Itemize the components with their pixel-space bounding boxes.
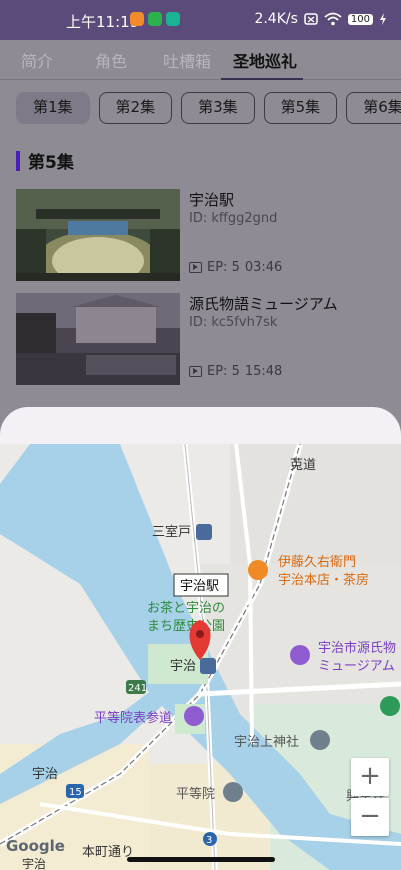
status-right: 2.4K/s 100 [254, 11, 387, 27]
tab-characters[interactable]: 角色 [95, 48, 127, 72]
map-label-route241: 241 [128, 683, 147, 694]
spot-card[interactable]: 源氏物語ミュージアム ID: kc5fvh7sk EP: 5 15:48 [16, 293, 386, 385]
spot-title: 源氏物語ミュージアム [189, 295, 338, 313]
episode-chip-2[interactable]: 第2集 [98, 92, 173, 124]
spot-timestamp: 15:48 [244, 364, 283, 379]
zoom-out-button[interactable]: − [351, 798, 389, 836]
section-accent-bar [16, 150, 20, 171]
tab-indicator [221, 78, 303, 80]
home-indicator[interactable] [127, 857, 275, 862]
spot-episode: EP: 5 [207, 364, 240, 379]
spot-title: 宇治駅 [189, 191, 235, 209]
map-label-byodoin: 平等院 [176, 786, 215, 802]
spot-thumbnail [16, 293, 180, 385]
museum-icon[interactable] [290, 645, 310, 665]
map-label-route3: 3 [206, 835, 212, 846]
app-notification-icon [166, 12, 180, 26]
location-pin-dot [196, 630, 204, 638]
battery-icon: 100 [347, 13, 373, 25]
map-label-uji-jr: 宇治 [32, 767, 58, 782]
app-notification-icon [130, 12, 144, 26]
network-speed: 2.4K/s [254, 11, 298, 27]
map-label-mimuroto: 三室戸 [152, 524, 191, 540]
shrine-icon[interactable] [310, 730, 330, 750]
spot-meta: EP: 5 15:48 [189, 364, 282, 379]
map-label-ujigami: 宇治上神社 [234, 734, 299, 750]
map-label-ito2: 宇治本店・茶房 [278, 572, 369, 588]
map-label-route15: 15 [69, 787, 82, 798]
spot-id: ID: kffgg2gnd [189, 211, 278, 226]
map-view[interactable]: 莵道 三室戸 伊藤久右衛門 宇治本店・茶房 宇治駅 お茶と宇治の まち歴史公園 … [0, 444, 401, 870]
episode-chip-5[interactable]: 第5集 [263, 92, 338, 124]
sim-icon [304, 13, 318, 25]
zoom-in-button[interactable]: + [351, 758, 389, 796]
app-notification-icon [148, 12, 162, 26]
shopping-icon[interactable] [184, 706, 204, 726]
cafe-icon[interactable] [248, 560, 268, 580]
map-label-ocha2: まち歴史公園 [147, 619, 225, 634]
charging-icon [380, 13, 386, 25]
wifi-icon [324, 12, 342, 26]
station-scene-image [16, 189, 180, 281]
play-icon [189, 366, 202, 377]
spot-thumbnail [16, 189, 180, 281]
tab-bar: 简介 角色 吐槽箱 圣地巡礼 [0, 40, 401, 80]
episode-chips: 第1集 第2集 第3集 第5集 第6集 [16, 92, 401, 124]
section-header: 第5集 [16, 148, 74, 173]
map-label-ocha1: お茶と宇治の [147, 600, 225, 616]
episode-chip-6[interactable]: 第6集 [346, 92, 401, 124]
museum-scene-image [16, 293, 180, 385]
spot-id: ID: kc5fvh7sk [189, 315, 278, 330]
notification-icons [130, 12, 180, 26]
map-label-museum2: ミュージアム [318, 659, 395, 674]
temple-icon[interactable] [223, 782, 243, 802]
tab-intro[interactable]: 简介 [21, 48, 53, 72]
tab-pilgrimage[interactable]: 圣地巡礼 [233, 48, 297, 72]
episode-chip-3[interactable]: 第3集 [181, 92, 255, 124]
map-label-byodoin-sando: 平等院表参道 [94, 710, 172, 726]
map-label-station-callout: 宇治駅 [180, 579, 219, 594]
status-time: 上午11:19 [66, 13, 140, 31]
map-label-uji-bottom: 宇治 [22, 857, 46, 870]
play-icon [189, 262, 202, 273]
train-icon [196, 524, 212, 540]
spot-timestamp: 03:46 [244, 260, 283, 275]
section-title: 第5集 [28, 153, 74, 173]
map-label-ito: 伊藤久右衛門 [278, 555, 356, 570]
map-label-museum1: 宇治市源氏物 [318, 640, 396, 656]
google-logo: Google [6, 837, 65, 855]
episode-chip-1[interactable]: 第1集 [16, 92, 90, 124]
spot-episode: EP: 5 [207, 260, 240, 275]
status-bar: 上午11:19 2.4K/s 100 [0, 0, 401, 40]
park-icon[interactable] [380, 696, 400, 716]
train-icon [200, 658, 216, 674]
spot-card[interactable]: 宇治駅 ID: kffgg2gnd EP: 5 03:46 [16, 189, 386, 281]
tab-comments[interactable]: 吐槽箱 [163, 48, 211, 72]
map-label-tsujidou: 莵道 [290, 458, 316, 473]
map-bottom-sheet[interactable]: 莵道 三室戸 伊藤久右衛門 宇治本店・茶房 宇治駅 お茶と宇治の まち歴史公園 … [0, 407, 401, 870]
map-label-uji: 宇治 [170, 659, 196, 674]
spot-meta: EP: 5 03:46 [189, 260, 282, 275]
